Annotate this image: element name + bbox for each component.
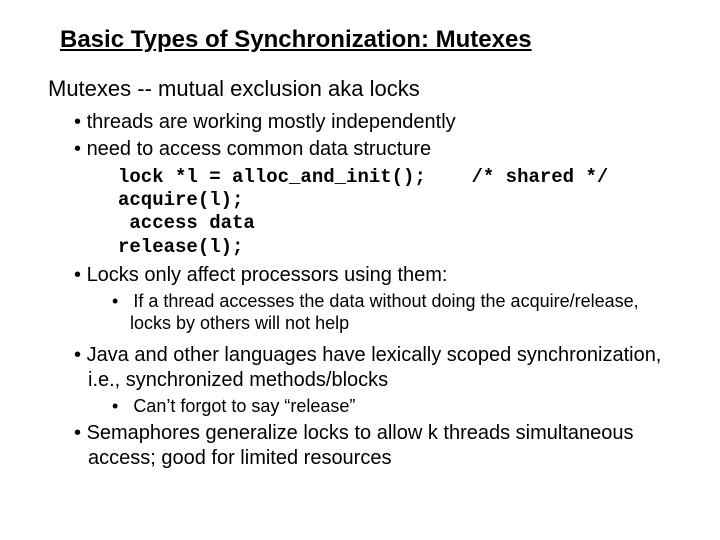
bullet-item: need to access common data structure — [88, 137, 678, 162]
bullet-item: Locks only affect processors using them: — [88, 263, 678, 288]
slide-subheading: Mutexes -- mutual exclusion aka locks — [48, 76, 720, 102]
sub-bullet-item: Can’t forgot to say “release” — [130, 395, 650, 418]
slide: Basic Types of Synchronization: Mutexes … — [0, 26, 720, 540]
bullet-list: Java and other languages have lexically … — [0, 343, 720, 393]
bullet-list: Locks only affect processors using them: — [0, 263, 720, 288]
bullet-list: threads are working mostly independently… — [0, 110, 720, 162]
bullet-item: Java and other languages have lexically … — [88, 343, 678, 393]
sub-bullet-list: Can’t forgot to say “release” — [0, 395, 720, 418]
bullet-item: threads are working mostly independently — [88, 110, 678, 135]
bullet-item: Semaphores generalize locks to allow k t… — [88, 421, 678, 471]
sub-bullet-item: If a thread accesses the data without do… — [130, 290, 650, 335]
slide-title: Basic Types of Synchronization: Mutexes — [60, 26, 720, 54]
sub-bullet-list: If a thread accesses the data without do… — [0, 290, 720, 335]
bullet-list: Semaphores generalize locks to allow k t… — [0, 421, 720, 471]
code-block: lock *l = alloc_and_init(); /* shared */… — [118, 166, 720, 259]
